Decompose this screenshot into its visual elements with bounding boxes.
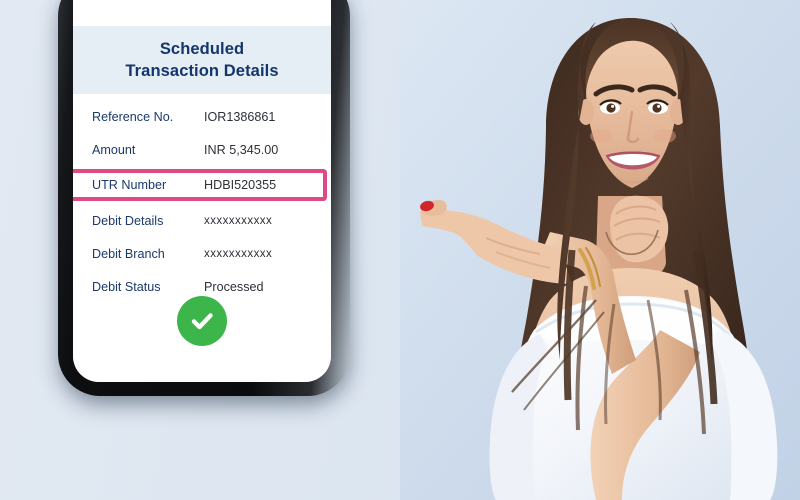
detail-row-reference-no: Reference No. IOR1386861 xyxy=(73,100,331,133)
status-indicator xyxy=(73,296,331,346)
detail-label: Reference No. xyxy=(92,109,174,124)
promo-photo xyxy=(400,0,800,500)
detail-label: Debit Status xyxy=(92,279,161,294)
page-title-line-1: Scheduled xyxy=(159,39,245,58)
detail-value: Processed xyxy=(204,279,264,294)
detail-row-debit-branch: Debit Branch xxxxxxxxxxx xyxy=(73,237,331,270)
detail-value: xxxxxxxxxxx xyxy=(204,214,273,227)
transaction-details-list: Reference No. IOR1386861 Amount INR 5,34… xyxy=(73,100,331,303)
detail-value: HDBI520355 xyxy=(204,178,277,192)
detail-label: UTR Number xyxy=(92,178,167,192)
page-title-line-2: Transaction Details xyxy=(125,62,279,80)
phone-frame: Scheduled Transaction Details Reference … xyxy=(58,0,350,396)
detail-row-utr-number-highlighted: UTR Number HDBI520355 xyxy=(73,169,327,201)
detail-value: IOR1386861 xyxy=(204,109,276,124)
phone-screen: Scheduled Transaction Details Reference … xyxy=(73,0,331,382)
detail-row-amount: Amount INR 5,345.00 xyxy=(73,133,331,166)
detail-label: Debit Branch xyxy=(92,246,165,261)
detail-value: xxxxxxxxxxx xyxy=(204,247,273,260)
phone-mockup: Scheduled Transaction Details Reference … xyxy=(58,0,350,404)
page-title: Scheduled Transaction Details xyxy=(73,26,331,94)
check-circle-icon xyxy=(177,296,227,346)
detail-label: Debit Details xyxy=(92,213,164,228)
detail-row-debit-details: Debit Details xxxxxxxxxxx xyxy=(73,204,331,237)
screenshot-canvas: Scheduled Transaction Details Reference … xyxy=(0,0,800,500)
detail-value: INR 5,345.00 xyxy=(204,142,279,157)
detail-label: Amount xyxy=(92,142,136,157)
phone-bezel: Scheduled Transaction Details Reference … xyxy=(73,0,331,382)
